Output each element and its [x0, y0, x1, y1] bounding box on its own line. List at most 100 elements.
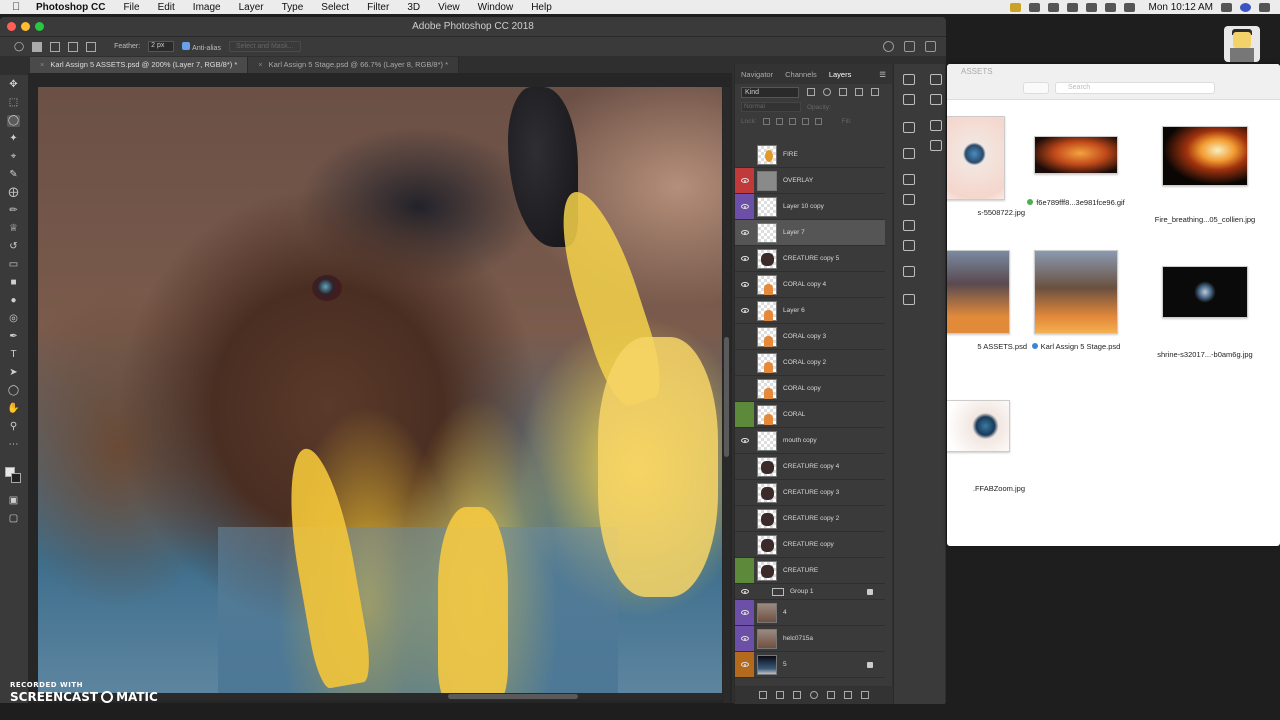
- user-status-icon[interactable]: [1240, 2, 1251, 12]
- finder-search-input[interactable]: Search: [1055, 82, 1215, 94]
- layer-visibility-toggle[interactable]: [735, 402, 754, 427]
- search-status-icon[interactable]: [1221, 2, 1232, 12]
- menubar-clock[interactable]: Mon 10:12 AM: [1149, 2, 1213, 13]
- brush-panel-icon[interactable]: [903, 174, 915, 185]
- intersect-selection-icon[interactable]: [86, 41, 97, 52]
- move-tool-icon[interactable]: ✥: [7, 79, 20, 91]
- filter-type-icon[interactable]: [839, 88, 847, 96]
- layer-row[interactable]: CREATURE copy: [735, 532, 885, 558]
- layer-visibility-toggle[interactable]: [735, 506, 754, 531]
- airplay-status-icon[interactable]: [1066, 2, 1078, 12]
- layer-row[interactable]: CREATURE: [735, 558, 885, 584]
- histogram-panel-icon[interactable]: [903, 122, 915, 133]
- new-group-icon[interactable]: [827, 691, 835, 699]
- arrange-button[interactable]: [1023, 82, 1049, 94]
- layer-row[interactable]: CORAL: [735, 402, 885, 428]
- lock-image-icon[interactable]: [775, 117, 783, 125]
- add-selection-icon[interactable]: [50, 41, 61, 52]
- new-layer-icon[interactable]: [844, 691, 852, 699]
- canvas-vertical-scrollbar[interactable]: [723, 87, 730, 703]
- adjustment-layer-icon[interactable]: [810, 691, 818, 699]
- filter-smart-object-icon[interactable]: [871, 88, 879, 96]
- layer-visibility-toggle[interactable]: [735, 272, 754, 297]
- search-icon[interactable]: [883, 41, 894, 52]
- screen-mode-icon[interactable]: ▢: [7, 513, 20, 525]
- workspace-icon[interactable]: [904, 41, 915, 52]
- layer-visibility-toggle[interactable]: [735, 168, 754, 193]
- more-tools-icon[interactable]: ⋯: [7, 439, 20, 451]
- layer-row[interactable]: mouth copy: [735, 428, 885, 454]
- minimize-window-button[interactable]: [21, 22, 30, 31]
- menu-window[interactable]: Window: [478, 2, 514, 13]
- document-canvas[interactable]: [38, 87, 722, 693]
- filter-adjustment-icon[interactable]: [823, 88, 831, 96]
- layer-visibility-toggle[interactable]: [735, 454, 754, 479]
- layer-row[interactable]: CREATURE copy 3: [735, 480, 885, 506]
- info-panel-icon[interactable]: [903, 148, 915, 159]
- menu-view[interactable]: View: [438, 2, 460, 13]
- new-selection-icon[interactable]: [32, 41, 43, 52]
- wifi-status-icon[interactable]: [1085, 2, 1097, 12]
- libraries-panel-icon[interactable]: [903, 294, 915, 305]
- battery-status-icon[interactable]: [1123, 2, 1135, 12]
- history-panel-icon[interactable]: [903, 74, 915, 85]
- shape-tool-icon[interactable]: ◯: [7, 385, 20, 397]
- crop-tool-icon[interactable]: ⌖: [7, 151, 20, 163]
- filter-pixel-icon[interactable]: [807, 88, 815, 96]
- layer-visibility-toggle[interactable]: [735, 652, 754, 677]
- layer-visibility-toggle[interactable]: [735, 246, 754, 271]
- tab-assets-document[interactable]: × Karl Assign 5 ASSETS.psd @ 200% (Layer …: [30, 57, 249, 73]
- menu-image[interactable]: Image: [193, 2, 221, 13]
- layer-visibility-toggle[interactable]: [735, 376, 754, 401]
- filter-kind-select[interactable]: Kind: [741, 86, 799, 98]
- layer-row[interactable]: Layer 6: [735, 298, 885, 324]
- background-color-swatch[interactable]: [11, 473, 21, 483]
- menu-filter[interactable]: Filter: [367, 2, 389, 13]
- layer-row[interactable]: CREATURE copy 4: [735, 454, 885, 480]
- menu-3d[interactable]: 3D: [407, 2, 420, 13]
- menu-layer[interactable]: Layer: [239, 2, 264, 13]
- layer-visibility-toggle[interactable]: [735, 626, 754, 651]
- quick-mask-icon[interactable]: ▣: [7, 495, 20, 507]
- zoom-tool-icon[interactable]: ⚲: [7, 421, 20, 433]
- hand-tool-icon[interactable]: ✋: [7, 403, 20, 415]
- link-layers-icon[interactable]: [759, 691, 767, 699]
- lock-transparent-icon[interactable]: [762, 117, 770, 125]
- close-window-button[interactable]: [7, 22, 16, 31]
- select-and-mask-button[interactable]: Select and Mask...: [228, 41, 301, 52]
- apple-menu-icon[interactable]: : [12, 1, 26, 13]
- adjustments-panel-icon[interactable]: [930, 120, 942, 131]
- menu-select[interactable]: Select: [321, 2, 349, 13]
- layer-visibility-toggle[interactable]: [735, 194, 754, 219]
- lock-position-icon[interactable]: [788, 117, 796, 125]
- close-tab-icon[interactable]: ×: [40, 60, 44, 69]
- clone-stamp-tool-icon[interactable]: ♕: [7, 223, 20, 235]
- layer-row[interactable]: Layer 7: [735, 220, 885, 246]
- layer-visibility-toggle[interactable]: [735, 142, 754, 167]
- delete-layer-icon[interactable]: [861, 691, 869, 699]
- lock-artboard-icon[interactable]: [801, 117, 809, 125]
- scrollbar-thumb[interactable]: [724, 337, 729, 457]
- antialias-checkbox[interactable]: Anti-alias: [182, 41, 221, 52]
- shield-status-icon[interactable]: [1009, 2, 1021, 12]
- lock-all-icon[interactable]: [814, 117, 822, 125]
- eyedropper-tool-icon[interactable]: ✎: [7, 169, 20, 181]
- menu-edit[interactable]: Edit: [158, 2, 175, 13]
- add-mask-icon[interactable]: [793, 691, 801, 699]
- subtract-selection-icon[interactable]: [68, 41, 79, 52]
- tab-channels[interactable]: Channels: [785, 70, 817, 79]
- file-item[interactable]: Karl Assign 5 Stage.psd: [1016, 250, 1136, 351]
- tab-stage-document[interactable]: × Karl Assign 5 Stage.psd @ 66.7% (Layer …: [248, 57, 460, 73]
- menu-type[interactable]: Type: [282, 2, 304, 13]
- layer-visibility-toggle[interactable]: [735, 584, 754, 599]
- layer-row[interactable]: Layer 10 copy: [735, 194, 885, 220]
- lasso-tool-icon[interactable]: ◯: [7, 115, 20, 127]
- close-tab-icon[interactable]: ×: [258, 60, 262, 69]
- notifications-status-icon[interactable]: [1259, 2, 1270, 12]
- swatches-panel-icon[interactable]: [930, 94, 942, 105]
- layer-row[interactable]: CORAL copy 3: [735, 324, 885, 350]
- share-icon[interactable]: [925, 41, 936, 52]
- file-item[interactable]: Fire_breathing...05_collien.jpg: [1145, 126, 1265, 224]
- layer-visibility-toggle[interactable]: [735, 350, 754, 375]
- layer-row[interactable]: CORAL copy 2: [735, 350, 885, 376]
